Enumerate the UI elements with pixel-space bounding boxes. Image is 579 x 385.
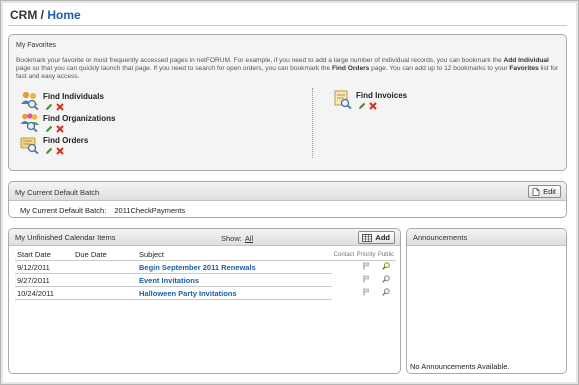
batch-field-row: My Current Default Batch: 2011CheckPayme… <box>20 206 185 215</box>
favorite-label[interactable]: Find Organizations <box>43 114 115 123</box>
favorite-find-orders: Find Orders <box>19 134 149 156</box>
row-public <box>376 274 396 287</box>
priority-flag-icon <box>363 262 369 270</box>
priority-flag-icon <box>363 275 369 283</box>
pencil-icon[interactable] <box>45 103 53 111</box>
edit-button-label: Edit <box>543 187 556 196</box>
calendar-grid-icon <box>362 234 373 242</box>
batch-field-value: 2011CheckPayments <box>114 206 186 215</box>
batch-field-label: My Current Default Batch: <box>20 206 107 215</box>
calendar-show-filter: Show: All <box>221 234 253 243</box>
pencil-icon[interactable] <box>45 125 53 133</box>
delete-icon[interactable] <box>56 125 64 133</box>
favorites-description: Bookmark your favorite or most frequentl… <box>16 57 559 80</box>
add-calendar-item-button[interactable]: Add <box>358 231 395 244</box>
announcements-header: Announcements <box>407 229 566 246</box>
favorite-find-organizations: Find Organizations <box>19 112 149 134</box>
calendar-header: My Unfinished Calendar Items Show: All Ad… <box>9 229 400 246</box>
row-subject-link[interactable]: Halloween Party Invitations <box>137 286 332 300</box>
delete-icon[interactable] <box>369 102 377 110</box>
favorite-label[interactable]: Find Individuals <box>43 92 104 101</box>
row-priority <box>356 287 376 300</box>
pencil-icon[interactable] <box>358 102 366 110</box>
row-start-date: 10/24/2011 <box>15 286 73 300</box>
magnifier-icon[interactable] <box>382 288 390 296</box>
invoice-search-icon[interactable] <box>332 89 354 109</box>
row-public <box>376 287 396 300</box>
column-start-date[interactable]: Start Date <box>15 249 73 261</box>
table-row: 10/24/2011 Halloween Party Invitations <box>15 286 396 300</box>
favorite-label[interactable]: Find Invoices <box>356 91 407 100</box>
favorites-panel: My Favorites Bookmark your favorite or m… <box>8 34 567 171</box>
show-label: Show: <box>221 234 242 243</box>
favorite-find-invoices: Find Invoices <box>332 89 462 111</box>
priority-flag-icon <box>363 288 369 296</box>
show-all-link[interactable]: All <box>245 234 253 243</box>
people-search-icon[interactable] <box>19 90 41 110</box>
announcements-empty-message: No Announcements Available. <box>410 362 510 371</box>
row-start-date: 9/27/2011 <box>15 273 73 287</box>
column-due-date[interactable]: Due Date <box>73 249 137 261</box>
column-public[interactable]: Public <box>376 249 396 261</box>
row-priority <box>356 261 376 274</box>
row-contact <box>332 274 356 287</box>
page-title: CRM / Home <box>10 8 81 22</box>
table-header-row: Start Date Due Date Subject Contact Prio… <box>15 249 396 261</box>
batch-title: My Current Default Batch <box>15 188 100 197</box>
magnifier-icon[interactable] <box>382 275 390 283</box>
table-row: 9/12/2011 Begin September 2011 Renewals <box>15 260 396 274</box>
delete-icon[interactable] <box>56 147 64 155</box>
favorites-column-divider <box>312 88 313 158</box>
announcements-panel: Announcements No Announcements Available… <box>406 228 567 374</box>
order-search-icon[interactable] <box>19 134 41 154</box>
add-button-label: Add <box>375 233 390 242</box>
table-row: 9/27/2011 Event Invitations <box>15 273 396 287</box>
calendar-panel: My Unfinished Calendar Items Show: All Ad… <box>8 228 401 374</box>
row-public <box>376 261 396 274</box>
pencil-icon[interactable] <box>45 147 53 155</box>
calendar-title: My Unfinished Calendar Items <box>15 233 116 242</box>
column-contact[interactable]: Contact <box>332 249 356 261</box>
page-title-prefix: CRM / <box>10 8 44 22</box>
row-due-date <box>73 286 137 300</box>
announcements-title: Announcements <box>413 233 468 242</box>
calendar-table: Start Date Due Date Subject Contact Prio… <box>15 249 396 300</box>
favorites-label: My Favorites <box>16 42 57 49</box>
batch-header: My Current Default Batch Edit <box>9 182 566 201</box>
delete-icon[interactable] <box>56 103 64 111</box>
favorite-label[interactable]: Find Orders <box>43 136 88 145</box>
title-divider <box>8 25 567 26</box>
default-batch-panel: My Current Default Batch Edit My Current… <box>8 181 567 218</box>
page-title-home: Home <box>47 8 81 22</box>
row-subject-link[interactable]: Event Invitations <box>137 273 332 287</box>
edit-batch-button[interactable]: Edit <box>528 185 561 198</box>
favorite-find-individuals: Find Individuals <box>19 90 149 112</box>
row-contact <box>332 287 356 300</box>
row-due-date <box>73 273 137 287</box>
row-start-date: 9/12/2011 <box>15 260 73 274</box>
row-contact <box>332 261 356 274</box>
organization-search-icon[interactable] <box>19 112 41 132</box>
magnifier-icon[interactable] <box>382 262 390 270</box>
row-subject-link[interactable]: Begin September 2011 Renewals <box>137 260 332 274</box>
row-due-date <box>73 260 137 274</box>
row-priority <box>356 274 376 287</box>
document-icon <box>532 188 540 196</box>
column-subject[interactable]: Subject <box>137 249 332 261</box>
column-priority[interactable]: Priority <box>356 249 376 261</box>
